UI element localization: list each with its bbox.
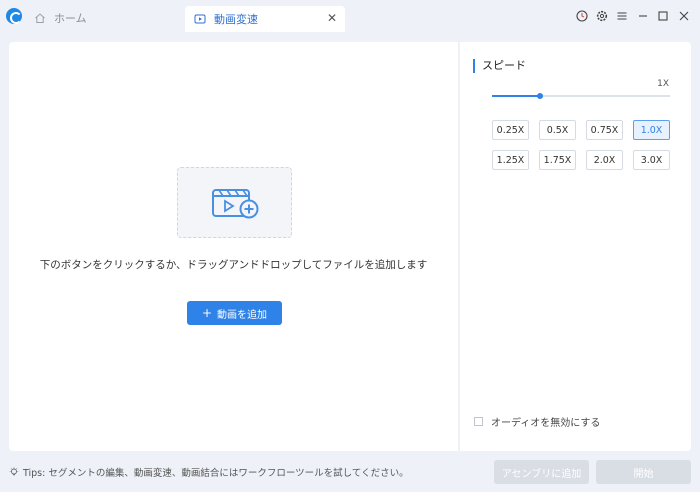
tips-bar: Tips: セグメントの編集、動画変速、動画結合にはワークフローツールを試してく… [9, 465, 409, 479]
start-button[interactable]: 開始 [596, 460, 691, 484]
speed-slider-fill [492, 95, 541, 97]
file-drop-panel: 下のボタンをクリックするか、ドラッグアンドドロップしてファイルを追加します + … [9, 42, 458, 451]
drop-zone[interactable] [177, 167, 292, 238]
speed-options-grid: 0.25X 0.5X 0.75X 1.0X 1.25X 1.75X 2.0X 3.0X [492, 120, 670, 170]
speed-option-button[interactable]: 1.0X [633, 120, 670, 140]
app-logo-icon [6, 8, 22, 24]
speed-option-button[interactable]: 1.25X [492, 150, 529, 170]
add-video-button[interactable]: + 動画を追加 [187, 301, 282, 325]
minimize-icon[interactable] [636, 9, 650, 23]
tab-close-icon[interactable]: ✕ [326, 12, 338, 24]
tab-video-speed[interactable]: 動画変速 ✕ [185, 6, 345, 32]
timer-icon[interactable] [575, 9, 589, 23]
home-icon [35, 13, 45, 23]
speed-option-button[interactable]: 3.0X [633, 150, 670, 170]
video-speed-icon [194, 14, 206, 24]
tips-text: Tips: セグメントの編集、動画変速、動画結合にはワークフローツールを試してく… [23, 468, 409, 479]
speed-option-button[interactable]: 1.75X [539, 150, 576, 170]
lightbulb-icon [9, 467, 19, 476]
speed-current-value: 1X [657, 79, 669, 89]
speed-slider-handle[interactable] [537, 93, 544, 99]
plus-icon: + [201, 306, 213, 320]
tab-home-label: ホーム [54, 12, 87, 25]
disable-audio-label: オーディオを無効にする [491, 418, 601, 429]
menu-icon[interactable] [615, 9, 629, 23]
speed-settings-panel: スピード 1X 0.25X 0.5X 0.75X 1.0X 1.25X 1.75X 2.0X… [460, 42, 691, 451]
speed-option-button[interactable]: 0.25X [492, 120, 529, 140]
speed-slider[interactable] [492, 93, 670, 99]
close-icon[interactable] [677, 9, 691, 23]
disable-audio-checkbox[interactable] [474, 417, 483, 426]
disable-audio-option[interactable]: オーディオを無効にする [474, 414, 600, 429]
speed-option-button[interactable]: 0.75X [586, 120, 623, 140]
tab-video-speed-label: 動画変速 [214, 13, 258, 26]
speed-option-button[interactable]: 2.0X [586, 150, 623, 170]
speed-title: スピード [473, 59, 526, 73]
maximize-icon[interactable] [656, 9, 670, 23]
add-video-label: 動画を追加 [217, 309, 268, 321]
gear-icon[interactable] [595, 9, 609, 23]
title-bar: ホーム 動画変速 ✕ [0, 0, 700, 34]
drop-hint-text: 下のボタンをクリックするか、ドラッグアンドドロップしてファイルを追加します [39, 259, 428, 271]
video-add-icon [212, 189, 259, 219]
tab-home[interactable]: ホーム [34, 7, 87, 29]
speed-option-button[interactable]: 0.5X [539, 120, 576, 140]
add-to-assembly-button[interactable]: アセンブリに追加 [494, 460, 589, 484]
